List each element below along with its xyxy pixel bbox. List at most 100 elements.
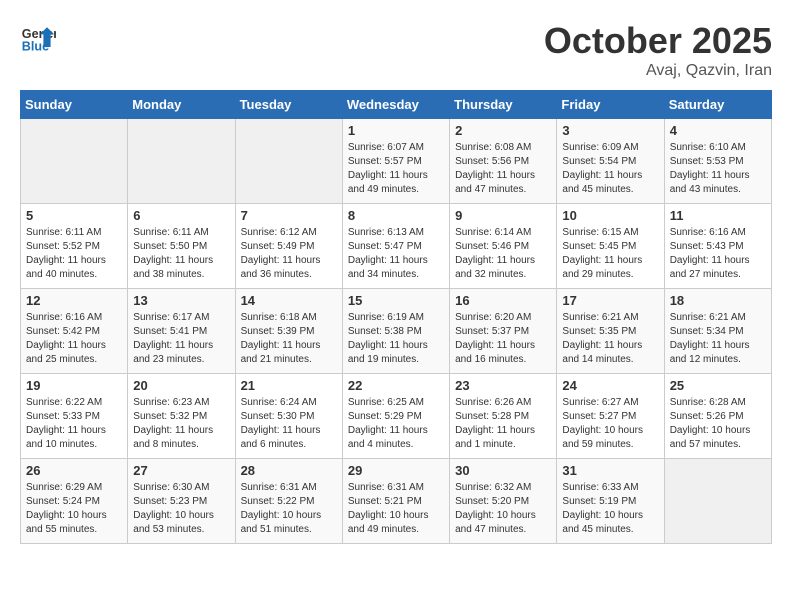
day-info: Sunrise: 6:11 AMSunset: 5:52 PMDaylight:… xyxy=(26,226,122,282)
day-number: 2 xyxy=(455,123,551,138)
day-info: Sunrise: 6:21 AMSunset: 5:35 PMDaylight:… xyxy=(562,311,658,367)
day-cell xyxy=(128,119,235,204)
day-number: 17 xyxy=(562,293,658,308)
day-cell: 1 Sunrise: 6:07 AMSunset: 5:57 PMDaylight… xyxy=(342,119,449,204)
day-info: Sunrise: 6:27 AMSunset: 5:27 PMDaylight:… xyxy=(562,396,658,452)
day-info: Sunrise: 6:30 AMSunset: 5:23 PMDaylight:… xyxy=(133,481,229,537)
day-cell: 4 Sunrise: 6:10 AMSunset: 5:53 PMDaylight… xyxy=(664,119,771,204)
day-info: Sunrise: 6:31 AMSunset: 5:21 PMDaylight:… xyxy=(348,481,444,537)
day-cell: 14 Sunrise: 6:18 AMSunset: 5:39 PMDayligh… xyxy=(235,289,342,374)
col-monday: Monday xyxy=(128,91,235,119)
day-number: 26 xyxy=(26,463,122,478)
page-header: General Blue October 2025 Avaj, Qazvin, … xyxy=(20,20,772,80)
day-cell xyxy=(21,119,128,204)
day-number: 27 xyxy=(133,463,229,478)
day-cell: 3 Sunrise: 6:09 AMSunset: 5:54 PMDaylight… xyxy=(557,119,664,204)
day-number: 6 xyxy=(133,208,229,223)
week-row-5: 26Sunrise: 6:29 AMSunset: 5:24 PMDayligh… xyxy=(21,459,772,544)
week-row-3: 12Sunrise: 6:16 AMSunset: 5:42 PMDayligh… xyxy=(21,289,772,374)
day-number: 31 xyxy=(562,463,658,478)
day-number: 24 xyxy=(562,378,658,393)
day-info: Sunrise: 6:32 AMSunset: 5:20 PMDaylight:… xyxy=(455,481,551,537)
day-cell: 28 Sunrise: 6:31 AMSunset: 5:22 PMDayligh… xyxy=(235,459,342,544)
day-info: Sunrise: 6:20 AMSunset: 5:37 PMDaylight:… xyxy=(455,311,551,367)
logo: General Blue xyxy=(20,20,56,56)
day-number: 23 xyxy=(455,378,551,393)
day-number: 1 xyxy=(348,123,444,138)
day-cell: 13Sunrise: 6:17 AMSunset: 5:41 PMDayligh… xyxy=(128,289,235,374)
day-cell: 23 Sunrise: 6:26 AMSunset: 5:28 PMDayligh… xyxy=(450,374,557,459)
day-info: Sunrise: 6:14 AMSunset: 5:46 PMDaylight:… xyxy=(455,226,551,282)
day-info: Sunrise: 6:15 AMSunset: 5:45 PMDaylight:… xyxy=(562,226,658,282)
day-cell: 19 Sunrise: 6:22 AMSunset: 5:33 PMDayligh… xyxy=(21,374,128,459)
day-number: 11 xyxy=(670,208,766,223)
day-number: 12 xyxy=(26,293,122,308)
day-cell: 20 Sunrise: 6:23 AMSunset: 5:32 PMDayligh… xyxy=(128,374,235,459)
day-cell: 29Sunrise: 6:31 AMSunset: 5:21 PMDayligh… xyxy=(342,459,449,544)
day-number: 21 xyxy=(241,378,337,393)
day-number: 7 xyxy=(241,208,337,223)
day-info: Sunrise: 6:10 AMSunset: 5:53 PMDaylight:… xyxy=(670,141,766,197)
day-number: 15 xyxy=(348,293,444,308)
day-number: 3 xyxy=(562,123,658,138)
col-tuesday: Tuesday xyxy=(235,91,342,119)
day-cell: 12Sunrise: 6:16 AMSunset: 5:42 PMDayligh… xyxy=(21,289,128,374)
day-cell: 9 Sunrise: 6:14 AMSunset: 5:46 PMDaylight… xyxy=(450,204,557,289)
day-cell: 30 Sunrise: 6:32 AMSunset: 5:20 PMDayligh… xyxy=(450,459,557,544)
day-info: Sunrise: 6:28 AMSunset: 5:26 PMDaylight:… xyxy=(670,396,766,452)
day-info: Sunrise: 6:23 AMSunset: 5:32 PMDaylight:… xyxy=(133,396,229,452)
day-number: 10 xyxy=(562,208,658,223)
day-cell: 24 Sunrise: 6:27 AMSunset: 5:27 PMDayligh… xyxy=(557,374,664,459)
day-number: 28 xyxy=(241,463,337,478)
day-number: 16 xyxy=(455,293,551,308)
day-info: Sunrise: 6:24 AMSunset: 5:30 PMDaylight:… xyxy=(241,396,337,452)
day-cell: 18 Sunrise: 6:21 AMSunset: 5:34 PMDayligh… xyxy=(664,289,771,374)
day-cell: 26Sunrise: 6:29 AMSunset: 5:24 PMDayligh… xyxy=(21,459,128,544)
day-info: Sunrise: 6:26 AMSunset: 5:28 PMDaylight:… xyxy=(455,396,551,452)
day-cell: 2Sunrise: 6:08 AMSunset: 5:56 PMDaylight… xyxy=(450,119,557,204)
day-number: 22 xyxy=(348,378,444,393)
col-sunday: Sunday xyxy=(21,91,128,119)
day-number: 14 xyxy=(241,293,337,308)
day-info: Sunrise: 6:13 AMSunset: 5:47 PMDaylight:… xyxy=(348,226,444,282)
day-number: 4 xyxy=(670,123,766,138)
day-cell xyxy=(235,119,342,204)
title-area: October 2025 Avaj, Qazvin, Iran xyxy=(544,20,772,80)
day-info: Sunrise: 6:07 AMSunset: 5:57 PMDaylight:… xyxy=(348,141,444,197)
day-cell: 8 Sunrise: 6:13 AMSunset: 5:47 PMDaylight… xyxy=(342,204,449,289)
day-number: 30 xyxy=(455,463,551,478)
col-wednesday: Wednesday xyxy=(342,91,449,119)
month-title: October 2025 xyxy=(544,20,772,62)
logo-icon: General Blue xyxy=(20,20,56,56)
day-number: 9 xyxy=(455,208,551,223)
location-subtitle: Avaj, Qazvin, Iran xyxy=(544,62,772,80)
day-cell: 21 Sunrise: 6:24 AMSunset: 5:30 PMDayligh… xyxy=(235,374,342,459)
day-info: Sunrise: 6:21 AMSunset: 5:34 PMDaylight:… xyxy=(670,311,766,367)
day-info: Sunrise: 6:22 AMSunset: 5:33 PMDaylight:… xyxy=(26,396,122,452)
day-cell: 11Sunrise: 6:16 AMSunset: 5:43 PMDayligh… xyxy=(664,204,771,289)
day-number: 20 xyxy=(133,378,229,393)
day-number: 19 xyxy=(26,378,122,393)
day-number: 25 xyxy=(670,378,766,393)
day-info: Sunrise: 6:09 AMSunset: 5:54 PMDaylight:… xyxy=(562,141,658,197)
day-number: 18 xyxy=(670,293,766,308)
col-thursday: Thursday xyxy=(450,91,557,119)
week-row-4: 19 Sunrise: 6:22 AMSunset: 5:33 PMDayligh… xyxy=(21,374,772,459)
day-cell xyxy=(664,459,771,544)
week-row-2: 5 Sunrise: 6:11 AMSunset: 5:52 PMDaylight… xyxy=(21,204,772,289)
day-info: Sunrise: 6:18 AMSunset: 5:39 PMDaylight:… xyxy=(241,311,337,367)
day-number: 8 xyxy=(348,208,444,223)
day-info: Sunrise: 6:11 AMSunset: 5:50 PMDaylight:… xyxy=(133,226,229,282)
day-info: Sunrise: 6:19 AMSunset: 5:38 PMDaylight:… xyxy=(348,311,444,367)
day-cell: 17 Sunrise: 6:21 AMSunset: 5:35 PMDayligh… xyxy=(557,289,664,374)
day-number: 5 xyxy=(26,208,122,223)
col-friday: Friday xyxy=(557,91,664,119)
calendar-table: Sunday Monday Tuesday Wednesday Thursday… xyxy=(20,90,772,544)
day-cell: 25 Sunrise: 6:28 AMSunset: 5:26 PMDayligh… xyxy=(664,374,771,459)
day-cell: 22Sunrise: 6:25 AMSunset: 5:29 PMDayligh… xyxy=(342,374,449,459)
day-cell: 7Sunrise: 6:12 AMSunset: 5:49 PMDaylight… xyxy=(235,204,342,289)
day-cell: 27 Sunrise: 6:30 AMSunset: 5:23 PMDayligh… xyxy=(128,459,235,544)
day-info: Sunrise: 6:17 AMSunset: 5:41 PMDaylight:… xyxy=(133,311,229,367)
week-row-1: 1 Sunrise: 6:07 AMSunset: 5:57 PMDaylight… xyxy=(21,119,772,204)
day-info: Sunrise: 6:31 AMSunset: 5:22 PMDaylight:… xyxy=(241,481,337,537)
